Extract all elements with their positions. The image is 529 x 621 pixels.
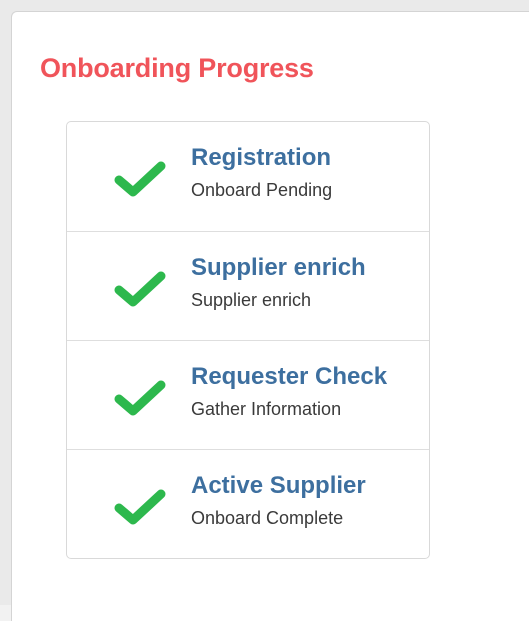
step-supplier-enrich: Supplier enrich Supplier enrich: [67, 231, 429, 340]
step-status: Gather Information: [191, 399, 342, 419]
step-requester-check: Requester Check Gather Information: [67, 340, 429, 449]
step-registration: Registration Onboard Pending: [67, 122, 429, 231]
step-status: Onboard Pending: [191, 180, 333, 200]
check-icon: [114, 380, 166, 416]
page-background: Onboarding Progress Registration Onboard…: [0, 0, 529, 621]
check-icon: [114, 271, 166, 307]
onboarding-progress-panel: Onboarding Progress Registration Onboard…: [11, 11, 529, 621]
step-title: Requester Check: [191, 363, 388, 390]
check-icon: [114, 489, 166, 525]
onboarding-steps-list: Registration Onboard Pending Supplier en…: [66, 121, 430, 559]
step-status: Onboard Complete: [191, 508, 344, 528]
panel-content: Onboarding Progress Registration Onboard…: [16, 25, 529, 621]
step-title: Supplier enrich: [191, 254, 366, 281]
panel-title: Onboarding Progress: [40, 53, 314, 83]
check-icon: [114, 161, 166, 197]
step-title: Registration: [191, 144, 332, 171]
step-active-supplier: Active Supplier Onboard Complete: [67, 449, 429, 558]
step-title: Active Supplier: [191, 472, 366, 499]
step-status: Supplier enrich: [191, 290, 312, 310]
